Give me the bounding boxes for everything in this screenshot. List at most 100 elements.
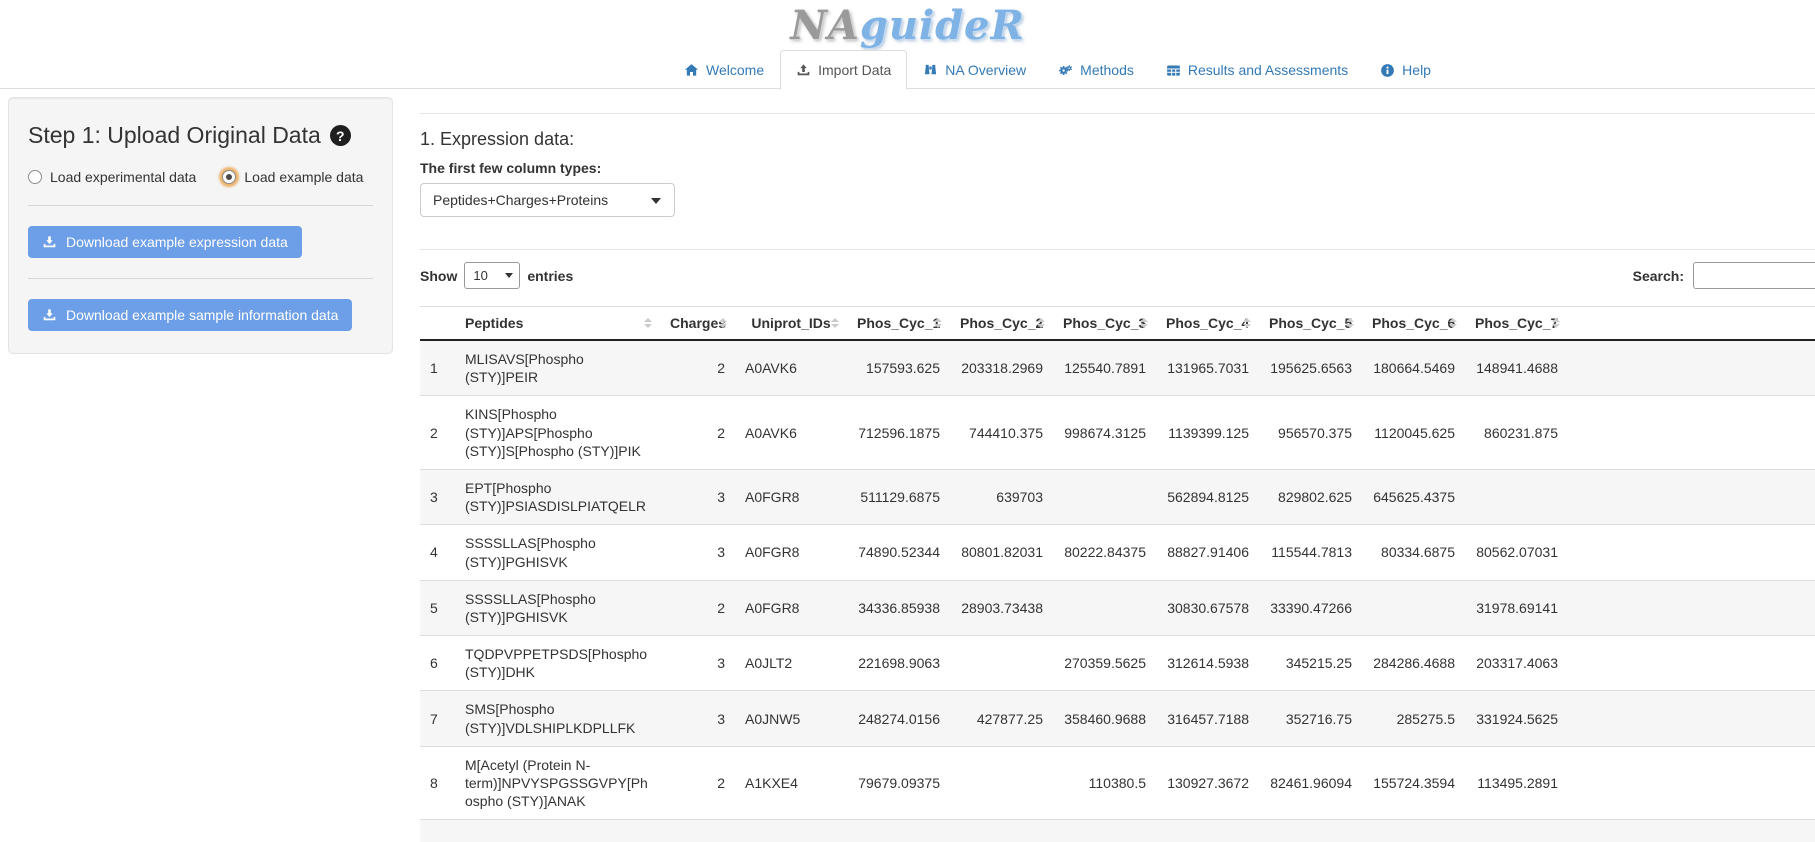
- sort-icon: [1449, 318, 1457, 328]
- search-control: Search:: [1633, 262, 1815, 289]
- uniprot-cell: A0AVK6: [735, 396, 847, 470]
- tab-label: Import Data: [818, 62, 891, 78]
- expression-data-table: Peptides Charges Uniprot_IDs Phos_Cyc_1 …: [420, 306, 1815, 842]
- radio-load-experimental-data[interactable]: Load experimental data: [28, 169, 196, 185]
- download-icon: [42, 308, 57, 323]
- phos-cyc-6-cell: [1362, 580, 1465, 635]
- phos-cyc-2-cell: 639703: [950, 469, 1053, 524]
- table-row: 2 KINS[Phospho (STY)]APS[Phospho (STY)]S…: [420, 396, 1815, 470]
- phos-cyc-4-cell: 562894.8125: [1156, 469, 1259, 524]
- uniprot-cell: A0JLT2: [735, 636, 847, 691]
- sort-icon: [1140, 318, 1148, 328]
- tab-label: Methods: [1080, 62, 1134, 78]
- main-navigation: Welcome Import Data NA Overview Methods …: [0, 50, 1815, 89]
- caret-down-icon: [651, 198, 661, 204]
- phos-cyc-6-cell: 284286.4688: [1362, 636, 1465, 691]
- header-uniprot-ids[interactable]: Uniprot_IDs: [735, 307, 847, 341]
- phos-cyc-5-cell: 352716.75: [1259, 691, 1362, 746]
- tab-import-data[interactable]: Import Data: [780, 50, 907, 90]
- tab-na-overview[interactable]: NA Overview: [907, 50, 1042, 90]
- sort-icon: [719, 318, 727, 328]
- phos-cyc-1-cell: 712596.1875: [847, 396, 950, 470]
- phos-cyc-2-cell: [950, 746, 1053, 820]
- tab-welcome[interactable]: Welcome: [668, 50, 780, 90]
- divider: [420, 113, 1815, 114]
- peptide-cell: SMS[Phospho (STY)]VDLSHIPLKDPLLFK: [455, 691, 660, 746]
- table-body: 1 MLISAVS[Phospho (STY)]PEIR 2 A0AVK6 15…: [420, 340, 1815, 842]
- phos-cyc-1-cell: 221698.9063: [847, 636, 950, 691]
- peptide-cell: TQDPVPPETPSDS[Phospho (STY)]DHK: [455, 636, 660, 691]
- page-length-select-wrap: 10: [464, 262, 520, 289]
- app-logo: NAguideR: [790, 5, 1025, 47]
- upload-icon: [796, 63, 811, 78]
- row-number-cell: 2: [420, 396, 455, 470]
- column-types-dropdown[interactable]: Peptides+Charges+Proteins: [420, 183, 675, 217]
- header-phos-cyc-5[interactable]: Phos_Cyc_5: [1259, 307, 1362, 341]
- header-phos-cyc-1[interactable]: Phos_Cyc_1: [847, 307, 950, 341]
- radio-load-example-data[interactable]: Load example data: [222, 169, 363, 185]
- header-charges[interactable]: Charges: [660, 307, 735, 341]
- phos-cyc-5-cell: 345215.25: [1259, 636, 1362, 691]
- tab-results-and-assessments[interactable]: Results and Assessments: [1150, 50, 1364, 90]
- header-phos-cyc-3[interactable]: Phos_Cyc_3: [1053, 307, 1156, 341]
- charges-cell: 2: [660, 396, 735, 470]
- info-circle-icon: [1380, 63, 1395, 78]
- table-row: 1 MLISAVS[Phospho (STY)]PEIR 2 A0AVK6 15…: [420, 340, 1815, 396]
- search-input[interactable]: [1693, 262, 1815, 289]
- row-number-cell: 5: [420, 580, 455, 635]
- row-number-cell: 8: [420, 746, 455, 820]
- header-phos-cyc-4[interactable]: Phos_Cyc_4: [1156, 307, 1259, 341]
- phos-cyc-1-cell: 79679.09375: [847, 746, 950, 820]
- page-length-select[interactable]: 10: [464, 262, 520, 289]
- home-icon: [684, 63, 699, 78]
- phos-cyc-1-cell: 248274.0156: [847, 691, 950, 746]
- header-peptides[interactable]: Peptides: [455, 307, 660, 341]
- phos-cyc-6-cell: 180664.5469: [1362, 340, 1465, 396]
- phos-cyc-1-cell: 34336.85938: [847, 580, 950, 635]
- radio-selected-icon: [222, 170, 236, 184]
- phos-cyc-2-cell: 203318.2969: [950, 340, 1053, 396]
- phos-cyc-5-cell: 33390.47266: [1259, 580, 1362, 635]
- radio-label: Load example data: [244, 169, 363, 185]
- header-phos-cyc-2[interactable]: Phos_Cyc_2: [950, 307, 1053, 341]
- phos-cyc-3-cell: 358460.9688: [1053, 691, 1156, 746]
- uniprot-cell: A0JNW5: [735, 691, 847, 746]
- binoculars-icon: [923, 63, 938, 78]
- phos-cyc-7-cell: 113495.2891: [1465, 746, 1568, 820]
- table-row: 6 TQDPVPPETPSDS[Phospho (STY)]DHK 3 A0JL…: [420, 636, 1815, 691]
- show-label: Show: [420, 268, 457, 284]
- header-phos-cyc-7[interactable]: Phos_Cyc_7: [1465, 307, 1568, 341]
- table-row: 4 SSSSLLAS[Phospho (STY)]PGHISVK 3 A0FGR…: [420, 525, 1815, 580]
- search-label: Search:: [1633, 268, 1684, 284]
- header-phos-cyc-6[interactable]: Phos_Cyc_6: [1362, 307, 1465, 341]
- phos-cyc-3-cell: [1053, 469, 1156, 524]
- row-number-cell: 3: [420, 469, 455, 524]
- tab-help[interactable]: Help: [1364, 50, 1447, 90]
- question-circle-icon[interactable]: [330, 125, 351, 146]
- uniprot-cell: A0FGR8: [735, 580, 847, 635]
- tab-methods[interactable]: Methods: [1042, 50, 1150, 90]
- row-number-cell: 6: [420, 636, 455, 691]
- peptide-cell: EPT[Phospho (STY)]PSIASDISLPIATQELR: [455, 469, 660, 524]
- sort-icon: [934, 318, 942, 328]
- download-sample-information-button[interactable]: Download example sample information data: [28, 299, 352, 331]
- phos-cyc-3-cell: [1053, 580, 1156, 635]
- header-filler: [1568, 307, 1815, 341]
- phos-cyc-4-cell: 312614.5938: [1156, 636, 1259, 691]
- phos-cyc-5-cell: 82461.96094: [1259, 746, 1362, 820]
- phos-cyc-7-cell: [1465, 469, 1568, 524]
- charges-cell: 2: [660, 340, 735, 396]
- table-row: 5 SSSSLLAS[Phospho (STY)]PGHISVK 2 A0FGR…: [420, 580, 1815, 635]
- divider: [28, 205, 373, 206]
- download-expression-data-button[interactable]: Download example expression data: [28, 226, 302, 258]
- import-data-panel: 1. Expression data: The first few column…: [420, 89, 1815, 842]
- phos-cyc-7-cell: 148941.4688: [1465, 340, 1568, 396]
- phos-cyc-2-cell: 28903.73438: [950, 580, 1053, 635]
- button-label: Download example expression data: [66, 234, 288, 250]
- dropdown-selected-value: Peptides+Charges+Proteins: [433, 192, 608, 208]
- radio-icon: [28, 170, 42, 184]
- phos-cyc-4-cell: 131965.7031: [1156, 340, 1259, 396]
- phos-cyc-6-cell: 80334.6875: [1362, 525, 1465, 580]
- gears-icon: [1058, 63, 1073, 78]
- phos-cyc-6-cell: 155724.3594: [1362, 746, 1465, 820]
